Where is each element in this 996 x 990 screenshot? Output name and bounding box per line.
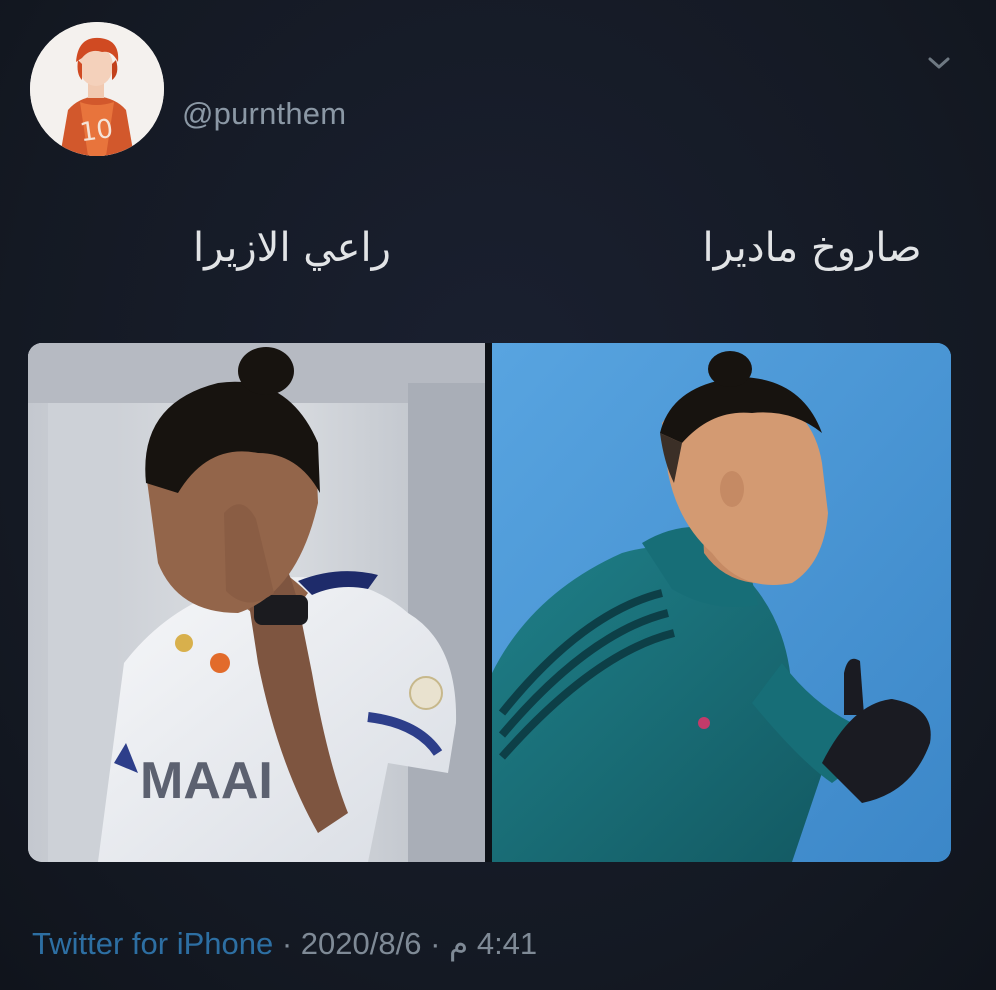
photo-grid: MAAI bbox=[28, 343, 951, 862]
avatar-image: 10 bbox=[30, 22, 164, 156]
photo-right[interactable] bbox=[492, 343, 951, 862]
caption-right: صاروخ ماديرا bbox=[702, 225, 922, 271]
tweet-time[interactable]: 4:41 م bbox=[449, 926, 537, 961]
chevron-down-icon[interactable] bbox=[924, 52, 954, 74]
separator: · bbox=[273, 926, 301, 961]
avatar[interactable]: 10 bbox=[30, 22, 164, 156]
svg-text:10: 10 bbox=[78, 114, 115, 148]
svg-text:MAAI: MAAI bbox=[140, 752, 273, 810]
tweet-card: 10 @purnthem راعي الازيرا صاروخ ماديرا M… bbox=[0, 0, 996, 990]
caption-left: راعي الازيرا bbox=[193, 225, 391, 271]
source-link[interactable]: Twitter for iPhone bbox=[32, 926, 273, 961]
photo-left[interactable]: MAAI bbox=[28, 343, 485, 862]
user-handle[interactable]: @purnthem bbox=[182, 96, 346, 132]
tweet-footer: Twitter for iPhone · 2020/8/6 · 4:41 م bbox=[32, 926, 537, 962]
separator: · bbox=[421, 926, 450, 961]
tweet-date[interactable]: 2020/8/6 bbox=[301, 926, 422, 961]
